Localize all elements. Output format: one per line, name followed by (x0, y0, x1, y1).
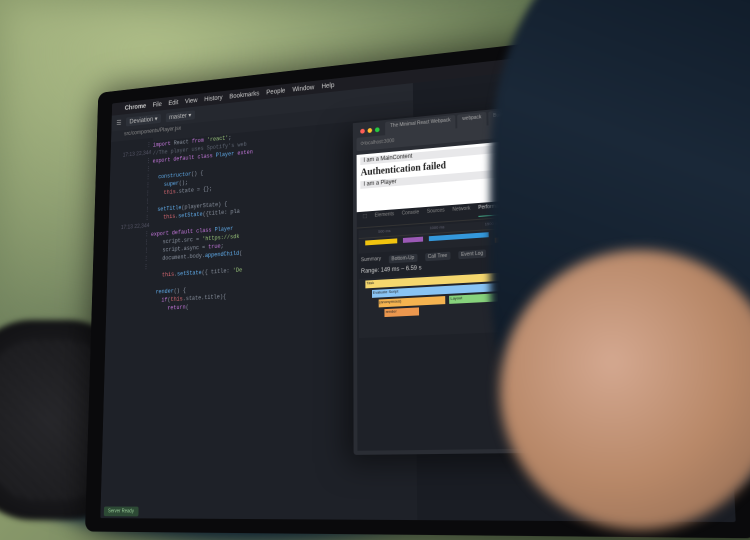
traffic-lights[interactable] (357, 122, 384, 138)
browser-tab[interactable]: webpack (457, 112, 486, 128)
branch-dropdown[interactable]: master ▾ (166, 110, 195, 122)
hamburger-icon[interactable]: ☰ (116, 119, 121, 127)
status-bar: Server Ready (104, 507, 139, 517)
inspect-icon[interactable]: ⬚ (363, 213, 367, 225)
app-name[interactable]: Chrome (125, 103, 146, 111)
project-dropdown[interactable]: Deviation ▾ (126, 114, 161, 127)
